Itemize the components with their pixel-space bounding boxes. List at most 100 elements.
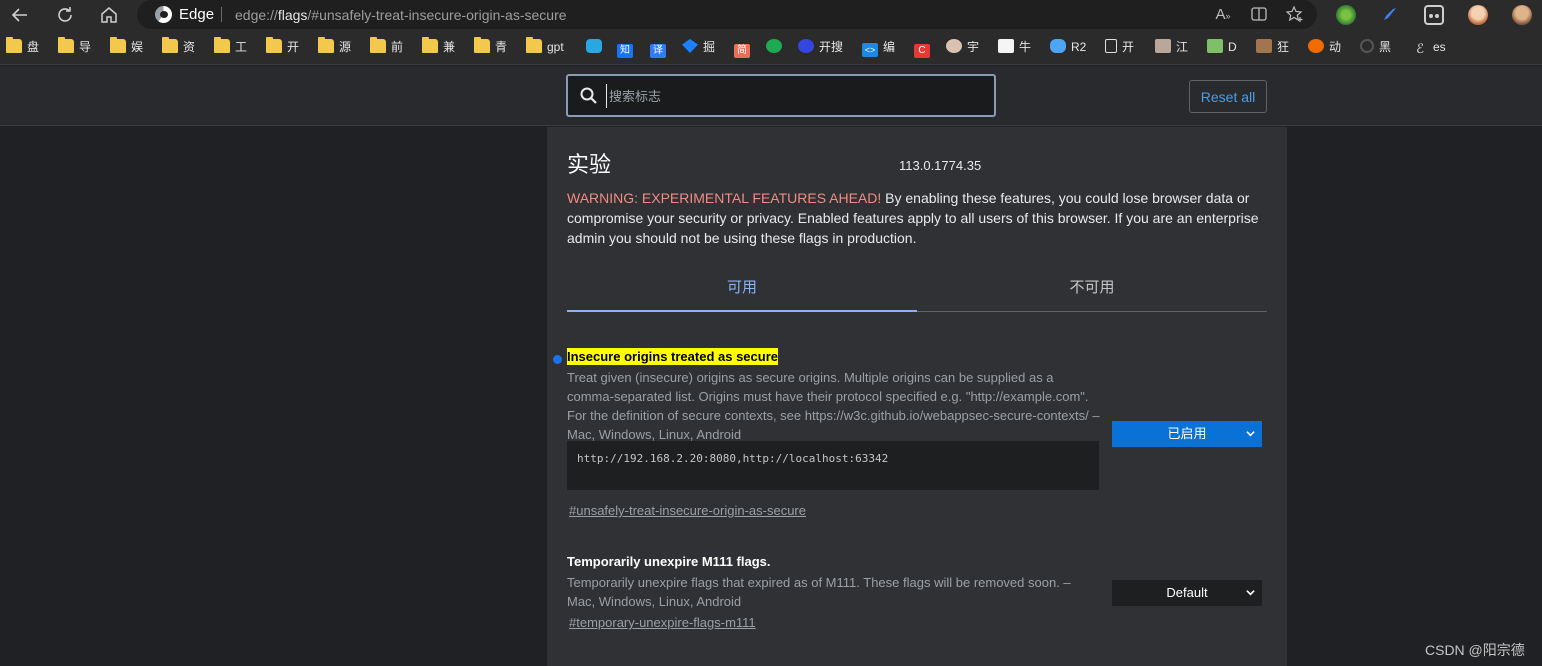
read-aloud-icon[interactable]: A» (1213, 5, 1233, 25)
flag-state-select[interactable]: Default (1112, 580, 1262, 606)
c-icon (766, 39, 782, 53)
kaisou-icon (798, 39, 814, 53)
folder-icon (58, 37, 74, 53)
search-icon (580, 87, 597, 104)
favorite-add-icon[interactable] (1285, 5, 1305, 25)
bookmark-item[interactable]: 牛 (998, 39, 1031, 57)
bookmark-item[interactable] (766, 39, 787, 57)
bookmark-item[interactable]: 兼 (422, 37, 455, 57)
bookmark-item[interactable]: 开 (266, 37, 300, 57)
bookmark-label: 开 (287, 40, 300, 54)
bookmark-label: 导 (79, 40, 92, 54)
zhihu-icon: 知 (617, 44, 633, 58)
bookmark-item[interactable]: D (1207, 39, 1237, 57)
avatar-icon (1207, 39, 1223, 53)
modified-indicator-icon (553, 355, 562, 364)
bookmark-label: 娱 (131, 40, 144, 54)
bookmark-label: 牛 (1019, 40, 1032, 54)
bookmark-item[interactable]: gpt (526, 37, 564, 57)
bookmark-item[interactable]: 盘 (6, 37, 40, 57)
bookmark-item[interactable]: 江 (1155, 39, 1188, 57)
avatar-icon (1256, 39, 1272, 53)
extension-globe-icon[interactable] (1336, 5, 1356, 25)
bookmark-item[interactable]: 开 (1105, 39, 1134, 57)
tab-available[interactable]: 可用 (567, 267, 917, 312)
url-scheme: edge:// (235, 7, 278, 23)
bookmark-label: 开搜 (819, 40, 844, 54)
bookmark-item[interactable]: <> 编 (862, 39, 895, 57)
avatar-icon (1155, 39, 1171, 53)
flag-permalink[interactable]: #temporary-unexpire-flags-m111 (569, 615, 756, 630)
flag-entry: Temporarily unexpire M111 flags. Tempora… (567, 553, 1267, 643)
bookmark-label: es (1433, 40, 1446, 54)
url-text[interactable]: edge://flags/#unsafely-treat-insecure-or… (235, 7, 567, 23)
flag-title: Temporarily unexpire M111 flags. (567, 554, 771, 569)
search-box[interactable] (566, 74, 996, 117)
bookmark-label: 源 (339, 40, 352, 54)
flag-title: Insecure origins treated as secure (567, 348, 778, 365)
address-bar[interactable]: Edge edge://flags/#unsafely-treat-insecu… (137, 0, 1317, 29)
bookmark-item[interactable]: 掘 (682, 39, 715, 57)
bookmark-label: 青 (495, 40, 508, 54)
warning-prefix: WARNING: EXPERIMENTAL FEATURES AHEAD! (567, 190, 882, 206)
circle-icon (1360, 39, 1374, 53)
warning-text: WARNING: EXPERIMENTAL FEATURES AHEAD! By… (567, 188, 1267, 248)
jianshu-icon: 简 (734, 44, 750, 58)
refresh-icon[interactable] (53, 3, 77, 27)
origins-textarea[interactable] (567, 441, 1099, 490)
bookmark-label: 黑 (1379, 40, 1392, 54)
bookmark-item[interactable]: R2 (1050, 39, 1086, 57)
folder-icon (526, 37, 542, 53)
bookmark-item[interactable]: 简 (734, 39, 755, 58)
bookmark-label: 盘 (27, 40, 40, 54)
chevron-down-icon (1246, 431, 1255, 437)
bookmark-item[interactable]: 导 (58, 37, 92, 57)
bookmark-item[interactable]: ℰes (1412, 39, 1446, 57)
extension-avatar-icon[interactable] (1468, 5, 1488, 25)
back-icon[interactable] (8, 3, 32, 27)
flag-description: Treat given (insecure) origins as secure… (567, 370, 1100, 442)
folder-icon (110, 37, 126, 53)
bookmark-item[interactable]: C (914, 39, 935, 58)
bilibili-icon (586, 39, 602, 53)
extension-bot-icon[interactable] (1424, 5, 1444, 25)
bookmark-label: gpt (547, 40, 564, 54)
home-icon[interactable] (97, 3, 121, 27)
address-divider (221, 7, 222, 22)
site-label: Edge (179, 6, 215, 23)
bookmark-label: 掘 (703, 40, 716, 54)
bookmark-item[interactable]: 黑 (1360, 39, 1391, 57)
bookmark-item[interactable]: 娱 (110, 37, 144, 57)
bookmark-item[interactable]: 狂 (1256, 39, 1289, 57)
reset-all-button[interactable]: Reset all (1189, 80, 1267, 113)
split-screen-icon[interactable] (1249, 5, 1269, 25)
juejin-icon (682, 39, 698, 53)
bookmark-item[interactable]: 青 (474, 37, 508, 57)
flag-permalink[interactable]: #unsafely-treat-insecure-origin-as-secur… (569, 503, 806, 518)
flags-header: Reset all (0, 66, 1542, 126)
bookmark-item[interactable]: 开搜 (798, 39, 843, 57)
bookmark-item[interactable]: 工 (214, 37, 247, 57)
bookmark-item[interactable]: 译 (650, 39, 671, 58)
bookmark-label: 江 (1176, 40, 1189, 54)
bookmark-item[interactable] (586, 39, 607, 57)
folder-icon (266, 37, 282, 53)
folder-icon (318, 37, 334, 53)
bookmark-item[interactable]: 动 (1308, 39, 1341, 57)
browser-toolbar: Edge edge://flags/#unsafely-treat-insecu… (0, 0, 1542, 30)
profile-avatar-icon[interactable] (1512, 5, 1532, 25)
bookmark-item[interactable]: 源 (318, 37, 352, 57)
code-icon: <> (862, 43, 878, 57)
bookmark-item[interactable]: 宇 (946, 39, 979, 57)
bookmark-item[interactable]: 资 (162, 37, 195, 57)
bookmark-item[interactable]: 知 (617, 39, 638, 58)
tab-unavailable[interactable]: 不可用 (917, 267, 1267, 312)
folder-icon (214, 37, 230, 53)
bookmark-label: 宇 (967, 40, 980, 54)
extension-rocket-icon[interactable] (1380, 4, 1400, 24)
search-input[interactable] (606, 84, 976, 108)
flag-state-select[interactable]: 已启用 (1112, 421, 1262, 447)
avatar-icon (946, 39, 962, 53)
bookmark-item[interactable]: 前 (370, 37, 403, 57)
page-icon (1105, 39, 1117, 53)
